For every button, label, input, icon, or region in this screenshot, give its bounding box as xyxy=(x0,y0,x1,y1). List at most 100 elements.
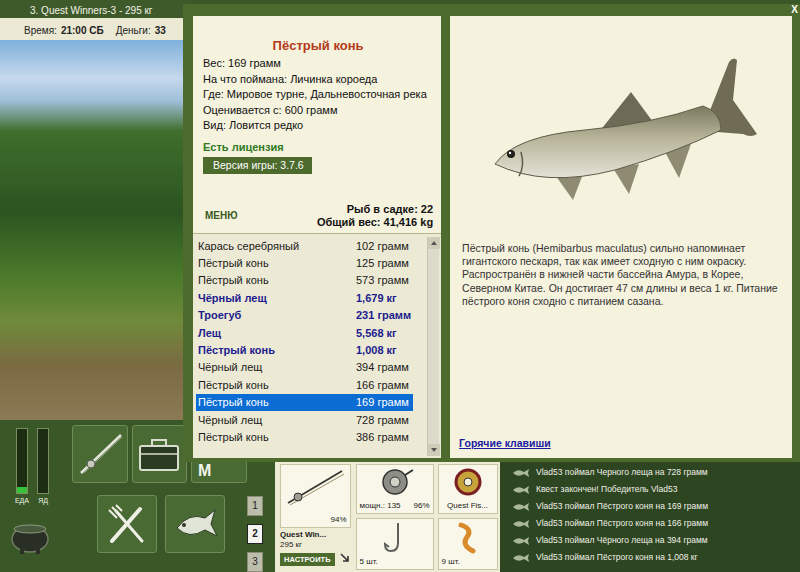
cook-button[interactable] xyxy=(6,515,54,557)
fish-detail: На что поймана: Личинка короеда xyxy=(203,72,433,88)
rod-slot-button[interactable]: 1 xyxy=(247,496,263,516)
chat-message: Vlad53 поймал Пёстрого коня на 166 грамм xyxy=(512,515,792,532)
fish-weight: 169 грамм xyxy=(356,395,409,409)
tackle-grid: мощн.: 135 96% Quest Fis... 5 шт. 9 шт. xyxy=(356,464,498,570)
catch-row[interactable]: Чёрный лещ394 грамм xyxy=(196,359,413,376)
catch-row[interactable]: Пёстрый конь1,008 кг xyxy=(196,341,413,358)
hook-slot[interactable]: 5 шт. xyxy=(356,518,434,570)
chat-message: Vlad53 поймал Пёстрого коня на 1,008 кг xyxy=(512,549,792,566)
setup-button[interactable]: НАСТРОИТЬ xyxy=(280,553,335,566)
catch-row[interactable]: Чёрный лещ1,679 кг xyxy=(196,289,413,306)
arrow-down-icon xyxy=(431,448,437,452)
catch-entry: Чёрный лещ1,679 кг xyxy=(198,291,411,305)
fish-icon xyxy=(512,502,530,512)
status-bar: Время:21:00 СБДеньги:33 xyxy=(0,18,190,40)
rod-slot-button[interactable]: 2 xyxy=(247,524,263,544)
arrow-up-icon xyxy=(431,241,437,245)
fish-name: Пёстрый конь xyxy=(198,395,356,409)
catch-row[interactable]: Чёрный лещ728 грамм xyxy=(196,411,413,428)
line-slot[interactable]: Quest Fis... xyxy=(438,464,498,514)
tackle-box-icon xyxy=(136,434,182,474)
catch-row[interactable]: Пёстрый конь573 грамм xyxy=(196,272,413,289)
fish-icon xyxy=(481,48,761,218)
catch-row[interactable]: Карась серебряный102 грамм xyxy=(196,237,413,254)
catch-panel: Пёстрый коньВес: 169 граммНа что поймана… xyxy=(193,16,441,458)
catch-row[interactable]: Пёстрый конь166 грамм xyxy=(196,376,413,393)
catch-row[interactable]: Пёстрый конь169 грамм xyxy=(196,394,413,411)
rod-icon xyxy=(75,431,125,477)
catch-row[interactable]: Пёстрый конь386 грамм xyxy=(196,428,413,445)
catch-entry: Пёстрый конь169 грамм xyxy=(198,395,411,409)
fish-button[interactable] xyxy=(165,495,225,553)
fish-name: Карась серебряный xyxy=(198,239,356,253)
fish-detail: Оценивается с: 600 грамм xyxy=(203,103,433,119)
fish-icon xyxy=(512,519,530,529)
rod-weight: 295 кг xyxy=(280,540,351,550)
fish-name: Пёстрый конь xyxy=(198,343,356,357)
catch-entry: Лещ5,568 кг xyxy=(198,326,411,340)
bait-slot[interactable]: 9 шт. xyxy=(438,518,498,570)
close-button[interactable]: X xyxy=(791,5,798,15)
hotkeys-link[interactable]: Горячие клавиши xyxy=(450,436,792,458)
food-button[interactable] xyxy=(97,495,157,553)
fish-weight: 394 грамм xyxy=(356,360,409,374)
fish-weight: 102 грамм xyxy=(356,239,409,253)
tackle-box-button[interactable] xyxy=(132,425,188,483)
catch-entry: Чёрный лещ728 грамм xyxy=(198,413,411,427)
hook-count: 5 шт. xyxy=(360,557,430,567)
landscape-view xyxy=(0,40,190,420)
fish-name: Пёстрый конь xyxy=(198,256,356,270)
catch-entry: Пёстрый конь573 грамм xyxy=(198,273,411,287)
scroll-down-button[interactable] xyxy=(428,444,440,456)
fish-name: Чёрный лещ xyxy=(198,413,356,427)
fish-icon xyxy=(512,468,530,478)
scrollbar[interactable] xyxy=(427,237,439,456)
rod-slot-button[interactable]: 3 xyxy=(247,552,263,572)
catch-rows: Карась серебряный102 граммПёстрый конь12… xyxy=(196,237,427,456)
time-label: Время: xyxy=(24,23,57,38)
title-bar: 3. Quest Winners-3 - 295 кг xyxy=(0,0,190,18)
meter: ЯД xyxy=(37,428,49,505)
fork-knife-icon xyxy=(104,501,150,547)
catch-entry: Пёстрый конь166 грамм xyxy=(198,378,411,392)
rod-button[interactable] xyxy=(72,425,128,483)
catch-row[interactable]: Пёстрый конь125 грамм xyxy=(196,254,413,271)
rod-column: 94% Quest Win...295 кг НАСТРОИТЬ xyxy=(280,464,351,570)
status-column: ЕДАЯД xyxy=(0,420,62,572)
reel-power: мощн.: 135 xyxy=(360,501,401,511)
time-value: 21:00 СБ xyxy=(61,23,104,38)
game-version: Версия игры: 3.7.6 xyxy=(203,157,312,174)
setup-row: НАСТРОИТЬ xyxy=(280,550,351,566)
fish-weight: 1,679 кг xyxy=(356,291,397,305)
menu-button[interactable]: МЕНЮ xyxy=(205,208,238,229)
game-left: 3. Quest Winners-3 - 295 кг Время: 21:00 С… xyxy=(0,0,190,420)
catch-entry: Пёстрый конь386 грамм xyxy=(198,430,411,444)
catch-row[interactable]: Троегуб231 грамм xyxy=(196,307,413,324)
fish-description: Пёстрый конь (Hemibarbus maculatus) силь… xyxy=(450,234,792,308)
chat-text: Vlad53 поймал Пёстрого коня на 1,008 кг xyxy=(536,551,698,564)
meters: ЕДАЯД xyxy=(6,428,58,505)
fish-picture xyxy=(450,16,792,234)
fish-info-dialog: X Пёстрый коньВес: 169 граммНа что пойман… xyxy=(183,4,800,462)
chat-text: Vlad53 поймал Пёстрого коня на 169 грамм xyxy=(536,500,708,513)
map-key: M xyxy=(198,462,211,480)
catch-entry: Карась серебряный102 грамм xyxy=(198,239,411,253)
fish-icon xyxy=(512,553,530,563)
meter-track xyxy=(16,428,28,494)
catch-row[interactable]: Лещ5,568 кг xyxy=(196,324,413,341)
scroll-up-button[interactable] xyxy=(428,237,440,249)
game-screen: 3. Quest Winners-3 - 295 кг Время: 21:00 С… xyxy=(0,0,800,572)
fish-weight: 125 грамм xyxy=(356,256,409,270)
reel-condition: 96% xyxy=(414,501,430,511)
reel-slot[interactable]: мощн.: 135 96% xyxy=(356,464,434,514)
chat-message: Vlad53 поймал Чёрного леща на 394 грамм xyxy=(512,532,792,549)
keepnet-summary: Рыб в садке: 22Общий вес: 41,416 kg xyxy=(317,203,433,229)
rod-name: Quest Win... xyxy=(280,530,351,540)
total-weight: Общий вес: 41,416 kg xyxy=(317,216,433,229)
reel-icon xyxy=(375,467,415,497)
fish-icon xyxy=(512,485,530,495)
chat-text: Vlad53 поймал Пёстрого коня на 166 грамм xyxy=(536,517,708,530)
fish-count: Рыб в садке: 22 xyxy=(317,203,433,216)
rod-slot[interactable]: 94% xyxy=(280,464,351,528)
license-status: Есть лицензия xyxy=(203,140,433,154)
